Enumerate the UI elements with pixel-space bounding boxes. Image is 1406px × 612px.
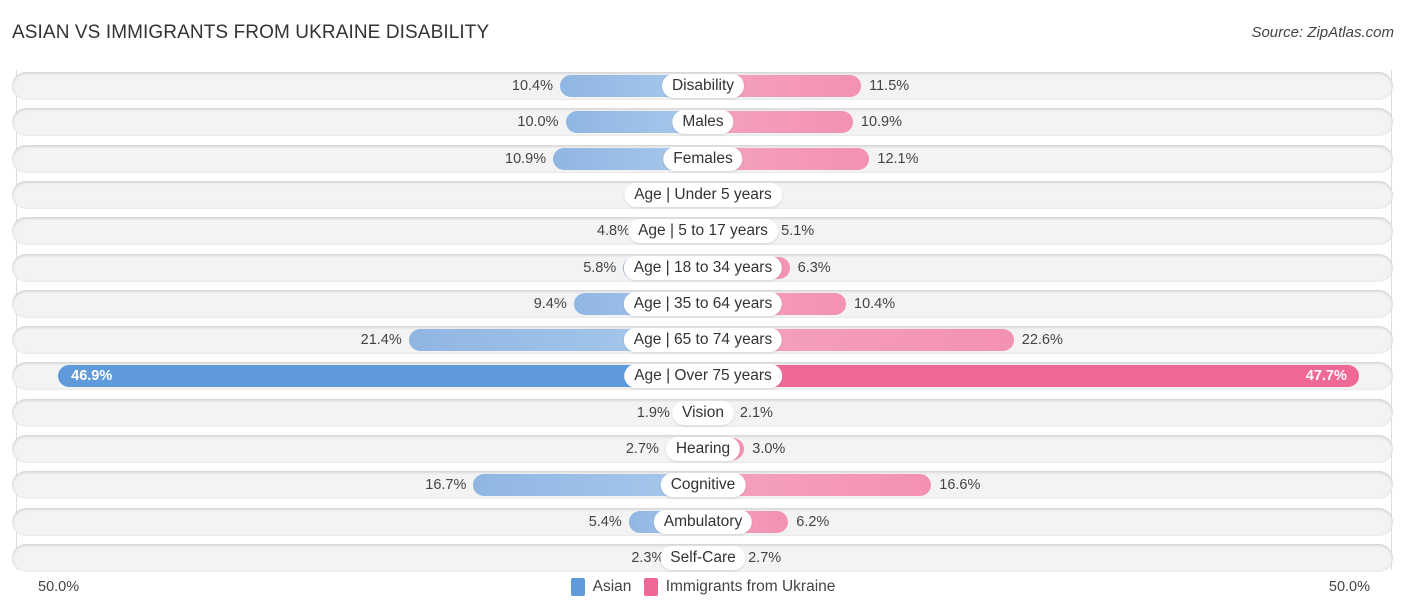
value-label-ukraine: 47.7% <box>1305 368 1347 385</box>
value-label-ukraine: 2.1% <box>739 404 773 421</box>
value-label-asian: 5.8% <box>583 259 617 276</box>
value-label-asian: 10.9% <box>505 150 547 167</box>
value-label-ukraine: 2.7% <box>748 549 782 566</box>
value-label-ukraine: 5.1% <box>781 223 815 240</box>
value-label-ukraine: 10.4% <box>854 295 896 312</box>
legend-item-ukraine[interactable]: Immigrants from Ukraine <box>643 578 836 596</box>
value-label-asian: 2.7% <box>625 441 659 457</box>
legend-label-ukraine: Immigrants from Ukraine <box>665 578 836 595</box>
value-label-asian: 16.7% <box>425 477 467 494</box>
legend-swatch-ukraine <box>643 578 658 596</box>
legend-label-asian: Asian <box>592 578 632 595</box>
bar-asian[interactable] <box>58 365 703 388</box>
legend-item-asian[interactable]: Asian <box>570 578 632 596</box>
category-label: Age | 35 to 64 years <box>623 291 783 316</box>
value-label-asian: 1.9% <box>636 404 670 421</box>
category-label: Age | 5 to 17 years <box>628 219 778 244</box>
bar-ukraine[interactable] <box>703 365 1359 388</box>
value-label-ukraine: 6.2% <box>796 513 830 530</box>
value-label-ukraine: 6.3% <box>797 259 831 276</box>
value-label-ukraine: 3.0% <box>752 441 786 457</box>
value-label-asian: 21.4% <box>360 332 402 349</box>
value-label-ukraine: 10.9% <box>860 114 902 131</box>
value-label-asian: 46.9% <box>71 368 113 385</box>
value-label-asian: 10.0% <box>517 114 559 131</box>
category-label: Vision <box>672 400 734 425</box>
value-label-asian: 4.8% <box>596 223 630 240</box>
value-label-asian: 9.4% <box>533 295 567 312</box>
category-label: Age | Over 75 years <box>624 364 782 389</box>
category-label: Age | 18 to 34 years <box>623 255 783 280</box>
value-label-ukraine: 22.6% <box>1021 332 1063 349</box>
category-label: Females <box>663 146 743 171</box>
category-label: Hearing <box>665 437 741 461</box>
category-label: Cognitive <box>660 473 746 498</box>
value-label-ukraine: 16.6% <box>939 477 981 494</box>
category-label: Age | 65 to 74 years <box>623 328 783 353</box>
category-label: Self-Care <box>660 545 746 570</box>
value-label-ukraine: 11.5% <box>869 78 910 94</box>
category-label: Age | Under 5 years <box>624 182 782 207</box>
diverging-bar-chart: 10.4% 11.5% Disability 10.0% 10.9% Males 10.9%… <box>0 0 1406 612</box>
value-label-asian: 5.4% <box>588 513 622 530</box>
gridline-right <box>1391 70 1392 570</box>
value-label-asian: 10.4% <box>511 78 553 94</box>
legend-swatch-asian <box>570 578 585 596</box>
category-label: Ambulatory <box>653 509 753 534</box>
value-label-ukraine: 12.1% <box>877 150 919 167</box>
category-label: Disability <box>661 74 745 98</box>
legend: Asian Immigrants from Ukraine <box>0 578 1406 601</box>
category-label: Males <box>672 110 734 135</box>
